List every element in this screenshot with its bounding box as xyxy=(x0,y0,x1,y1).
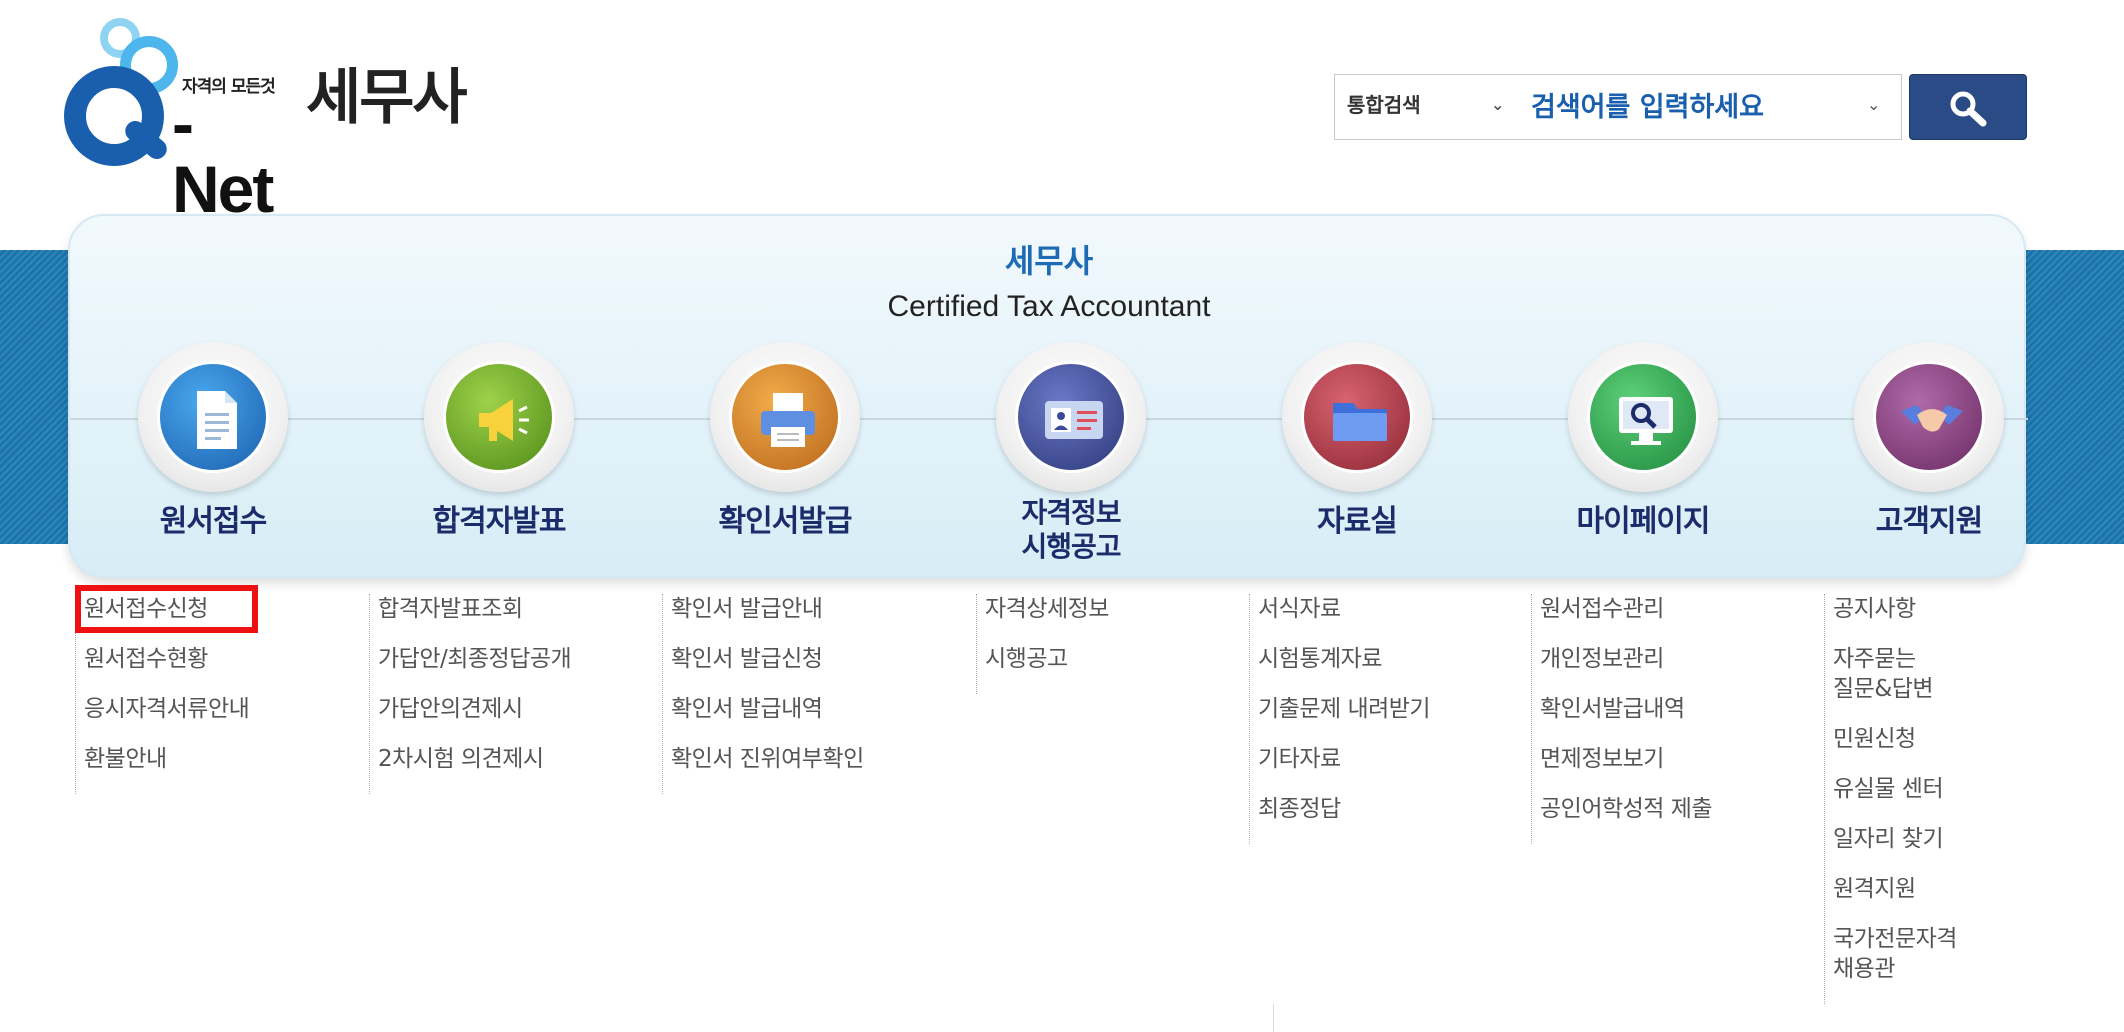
menu-label: 자료실 xyxy=(1317,504,1398,539)
menu-icon-frame xyxy=(1282,342,1432,492)
submenu-link[interactable]: 국가전문자격 채용관 xyxy=(1833,924,2024,984)
menu-application[interactable]: 원서접수 xyxy=(70,342,356,572)
menu-icon-frame xyxy=(710,342,860,492)
submenu-results: 합격자발표조회 가답안/최종정답공개 가답안의견제시 2차시험 의견제시 xyxy=(369,594,572,794)
menu-icon-frame xyxy=(1568,342,1718,492)
menu-label: 고객지원 xyxy=(1875,504,1983,539)
search-category-select[interactable]: 통합검색 ⌄ xyxy=(1335,75,1513,139)
page-title: 세무사 xyxy=(306,63,468,133)
submenu-mypage: 원서접수관리 개인정보관리 확인서발급내역 면제정보보기 공인어학성적 제출 xyxy=(1531,594,1713,844)
submenu-link[interactable]: 유실물 센터 xyxy=(1833,774,2024,804)
megaphone-icon xyxy=(443,361,555,473)
menu-icon-frame xyxy=(1854,342,2004,492)
menu-resources[interactable]: 자료실 xyxy=(1214,342,1500,572)
submenu-link[interactable]: 가답안/최종정답공개 xyxy=(378,644,572,674)
document-icon xyxy=(157,361,269,473)
submenu-link[interactable]: 서식자료 xyxy=(1258,594,1430,624)
menu-label-line: 자격정보 xyxy=(1021,496,1121,529)
submenu-link[interactable]: 확인서발급내역 xyxy=(1540,694,1712,724)
menu-label: 자격정보 시행공고 xyxy=(928,496,1214,564)
submenu-link[interactable]: 공인어학성적 제출 xyxy=(1540,794,1713,824)
submenu-link[interactable]: 자격상세정보 xyxy=(985,594,1109,624)
submenu-link[interactable]: 응시자격서류안내 xyxy=(84,694,250,724)
submenu-link[interactable]: 자주묻는 질문&답변 xyxy=(1833,644,2024,704)
submenu-link[interactable]: 확인서 발급안내 xyxy=(671,594,864,624)
divider xyxy=(1273,1004,1274,1032)
submenu-link[interactable]: 2차시험 의견제시 xyxy=(378,744,571,774)
id-card-icon xyxy=(1015,361,1127,473)
qnet-logo[interactable]: 자격의 모든것 -Net xyxy=(60,18,290,222)
menu-label: 확인서발급 xyxy=(718,504,853,539)
panel-subtitle: Certified Tax Accountant xyxy=(887,290,1211,323)
submenu-link[interactable]: 원격지원 xyxy=(1833,874,2024,904)
submenu-link[interactable]: 원서접수신청 xyxy=(74,585,259,633)
main-menu-panel: 세무사 Certified Tax Accountant 원서접수 합격자발표 … xyxy=(68,214,2028,578)
menu-label: 마이페이지 xyxy=(1576,504,1711,539)
menu-certificate[interactable]: 확인서발급 xyxy=(642,342,928,572)
search-button[interactable] xyxy=(1909,74,2027,140)
menu-customer-support[interactable]: 고객지원 xyxy=(1786,342,2072,572)
submenu-link[interactable]: 일자리 찾기 xyxy=(1833,824,2024,854)
submenu-link[interactable]: 가답안의견제시 xyxy=(378,694,571,724)
menu-label: 합격자발표 xyxy=(432,504,567,539)
folder-icon xyxy=(1301,361,1413,473)
chevron-down-icon: ⌄ xyxy=(1491,95,1505,114)
submenu-qualification-info: 자격상세정보 시행공고 xyxy=(976,594,1109,694)
search-box: 통합검색 ⌄ ⌄ xyxy=(1334,74,1903,140)
submenu-link[interactable]: 최종정답 xyxy=(1258,794,1430,824)
monitor-search-icon xyxy=(1587,361,1699,473)
menu-icon-frame xyxy=(138,342,288,492)
handshake-icon xyxy=(1873,361,1985,473)
menu-qualification-info[interactable]: 자격정보 시행공고 xyxy=(928,342,1214,572)
chevron-down-icon[interactable]: ⌄ xyxy=(1867,95,1880,114)
submenu-resources: 서식자료 시험통계자료 기출문제 내려받기 기타자료 최종정답 xyxy=(1249,594,1431,844)
menu-icon-frame xyxy=(424,342,574,492)
menu-label: 원서접수 xyxy=(159,504,267,539)
submenu-link[interactable]: 시행공고 xyxy=(985,644,1109,674)
submenu-link[interactable]: 개인정보관리 xyxy=(1540,644,1712,674)
submenu-link[interactable]: 환불안내 xyxy=(84,744,249,774)
submenu-link[interactable]: 합격자발표조회 xyxy=(378,594,571,624)
submenu-link[interactable]: 확인서 발급신청 xyxy=(671,644,864,674)
submenu-link[interactable]: 기타자료 xyxy=(1258,744,1430,774)
submenu-link[interactable]: 확인서 발급내역 xyxy=(671,694,864,724)
submenu-link[interactable]: 면제정보보기 xyxy=(1540,744,1712,774)
search-icon xyxy=(1950,91,1987,127)
submenu-link[interactable]: 원서접수관리 xyxy=(1540,594,1712,624)
menu-mypage[interactable]: 마이페이지 xyxy=(1500,342,1786,572)
logo-brand: -Net xyxy=(172,86,274,226)
printer-icon xyxy=(729,361,841,473)
search-input[interactable] xyxy=(1513,75,1903,139)
submenu-link[interactable]: 시험통계자료 xyxy=(1258,644,1430,674)
search-category-value: 통합검색 xyxy=(1347,93,1421,117)
menu-icon-frame xyxy=(996,342,1146,492)
menu-label-line: 시행공고 xyxy=(1021,530,1121,563)
submenu-link[interactable]: 확인서 진위여부확인 xyxy=(671,744,864,774)
submenu-customer-support: 공지사항 자주묻는 질문&답변 민원신청 유실물 센터 일자리 찾기 원격지원 … xyxy=(1824,594,2024,1004)
submenu-link[interactable]: 공지사항 xyxy=(1833,594,2024,624)
submenu-link[interactable]: 기출문제 내려받기 xyxy=(1258,694,1431,724)
menu-results[interactable]: 합격자발표 xyxy=(356,342,642,572)
panel-title: 세무사 xyxy=(1004,242,1094,280)
submenu-application: 원서접수신청 원서접수현황 응시자격서류안내 환불안내 xyxy=(74,585,259,794)
submenu-certificate: 확인서 발급안내 확인서 발급신청 확인서 발급내역 확인서 진위여부확인 xyxy=(662,594,864,794)
submenu-link[interactable]: 민원신청 xyxy=(1833,724,2024,754)
submenu-link[interactable]: 원서접수현황 xyxy=(84,644,249,674)
